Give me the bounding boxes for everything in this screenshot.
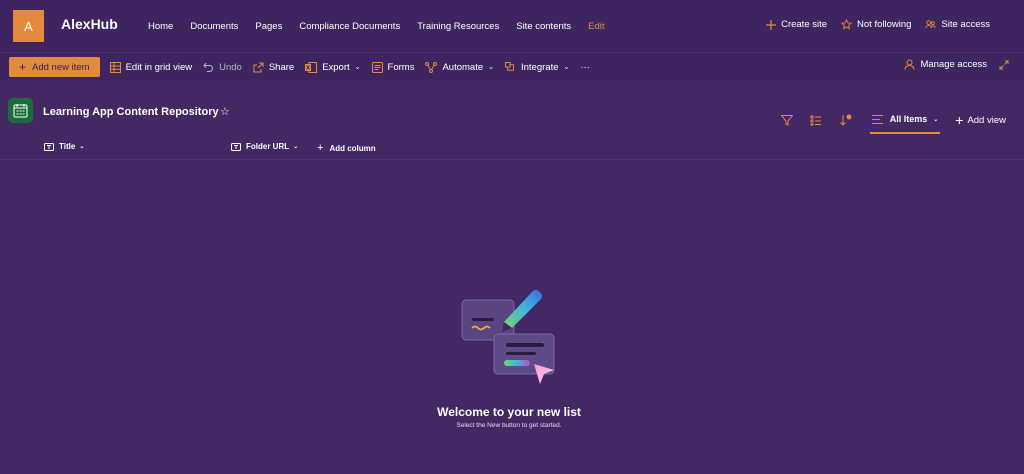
integrate-button[interactable]: Integrate ⌄ — [505, 61, 570, 73]
view-switcher[interactable]: All Items ⌄ — [869, 114, 941, 134]
share-label: Share — [268, 61, 295, 73]
expand-icon — [999, 60, 1009, 69]
follow-label: Not following — [857, 19, 912, 30]
manage-access-label: Manage access — [920, 59, 987, 70]
nav-item-home[interactable]: Home — [148, 21, 173, 32]
plus-icon: + — [19, 60, 27, 74]
excel-icon — [305, 61, 318, 73]
integrate-label: Integrate — [521, 61, 559, 73]
expand-button[interactable] — [999, 60, 1014, 70]
site-navigation: Home Documents Pages Compliance Document… — [148, 21, 622, 32]
column-title-label: Title — [59, 142, 76, 151]
plus-icon — [766, 19, 777, 30]
follow-button[interactable]: Not following — [841, 19, 911, 30]
edit-grid-view-button[interactable]: Edit in grid view — [109, 61, 193, 73]
empty-list-illustration — [461, 290, 555, 384]
export-button[interactable]: Export ⌄ — [305, 61, 361, 73]
group-by-button[interactable] — [810, 115, 822, 126]
list-group-icon — [810, 115, 821, 125]
more-actions-button[interactable]: ··· — [580, 62, 590, 73]
star-outline-icon — [841, 19, 853, 30]
filter-button[interactable] — [780, 114, 793, 126]
view-tools: All Items ⌄ + Add view — [780, 106, 1006, 134]
grid-icon — [109, 61, 121, 73]
more-icon: ··· — [580, 61, 590, 73]
forms-label: Forms — [387, 61, 415, 73]
list-view-icon — [871, 114, 883, 124]
list-app-icon — [8, 98, 33, 123]
chevron-down-icon: ⌄ — [293, 144, 299, 150]
person-icon — [904, 59, 915, 70]
chevron-down-icon: ⌄ — [563, 64, 570, 71]
sort-button[interactable] — [839, 114, 853, 126]
nav-item-training-resources[interactable]: Training Resources — [417, 21, 499, 32]
add-view-button[interactable]: + Add view — [955, 112, 1006, 128]
chevron-down-icon: ⌄ — [354, 64, 361, 71]
command-bar-right: Manage access — [904, 59, 1014, 70]
forms-button[interactable]: Forms — [371, 61, 415, 73]
plus-icon: + — [317, 142, 324, 154]
favorite-star-icon[interactable]: ☆ — [220, 105, 230, 118]
share-button[interactable]: Share — [253, 62, 294, 73]
add-column-label: Add column — [329, 143, 376, 153]
automate-label: Automate — [442, 61, 484, 73]
chevron-down-icon: ⌄ — [79, 144, 85, 150]
column-header-row: Title ⌄ Folder URL ⌄ + Add column — [0, 138, 1024, 160]
manage-access-button[interactable]: Manage access — [904, 59, 987, 70]
empty-state-subtitle: Select the New button to get started. — [456, 422, 562, 429]
plus-icon: + — [955, 112, 964, 128]
column-header-title[interactable]: Title ⌄ — [44, 142, 84, 151]
add-column-button[interactable]: + Add column — [317, 142, 376, 154]
header-actions: Create site Not following Site access — [752, 19, 990, 30]
sort-icon — [839, 114, 852, 126]
filter-icon — [780, 114, 793, 126]
text-field-icon — [231, 142, 241, 151]
nav-item-pages[interactable]: Pages — [255, 21, 282, 32]
automate-button[interactable]: Automate ⌄ — [425, 61, 494, 73]
add-new-item-button[interactable]: + Add new item — [9, 57, 100, 77]
empty-state: Welcome to your new list Select the New … — [0, 160, 1024, 474]
site-title[interactable]: AlexHub — [61, 16, 118, 32]
create-site-label: Create site — [781, 19, 828, 30]
undo-label: Undo — [219, 61, 242, 73]
add-new-item-label: Add new item — [32, 61, 90, 73]
export-label: Export — [322, 61, 350, 73]
chevron-down-icon: ⌄ — [933, 116, 939, 123]
list-title: Learning App Content Repository — [43, 106, 219, 118]
nav-edit-link[interactable]: Edit — [588, 21, 604, 32]
integrate-icon — [505, 61, 514, 71]
create-site-button[interactable]: Create site — [766, 19, 827, 30]
column-folder-url-label: Folder URL — [246, 142, 290, 151]
people-icon — [925, 20, 936, 29]
flow-icon — [425, 61, 438, 73]
edit-grid-view-label: Edit in grid view — [125, 61, 193, 73]
site-header: A AlexHub Home Documents Pages Complianc… — [0, 0, 1024, 52]
text-field-icon — [44, 142, 54, 151]
nav-item-site-contents[interactable]: Site contents — [516, 21, 571, 32]
current-view-label: All Items — [889, 114, 928, 124]
undo-button[interactable]: Undo — [203, 62, 242, 73]
undo-icon — [203, 62, 214, 72]
site-access-button[interactable]: Site access — [925, 19, 990, 30]
nav-item-documents[interactable]: Documents — [190, 21, 238, 32]
add-view-label: Add view — [967, 114, 1006, 126]
forms-icon — [371, 61, 383, 73]
column-header-folder-url[interactable]: Folder URL ⌄ — [231, 142, 298, 151]
command-bar-items: + Add new item Edit in grid view Undo Sh… — [9, 56, 601, 78]
share-icon — [253, 62, 264, 72]
site-logo[interactable]: A — [13, 10, 44, 42]
command-bar: + Add new item Edit in grid view Undo Sh… — [0, 52, 1024, 81]
chevron-down-icon: ⌄ — [488, 64, 494, 71]
empty-state-title: Welcome to your new list — [437, 405, 581, 419]
nav-item-compliance-documents[interactable]: Compliance Documents — [299, 21, 400, 32]
site-access-label: Site access — [941, 19, 990, 30]
list-header: Learning App Content Repository ☆ All It… — [0, 81, 1024, 141]
